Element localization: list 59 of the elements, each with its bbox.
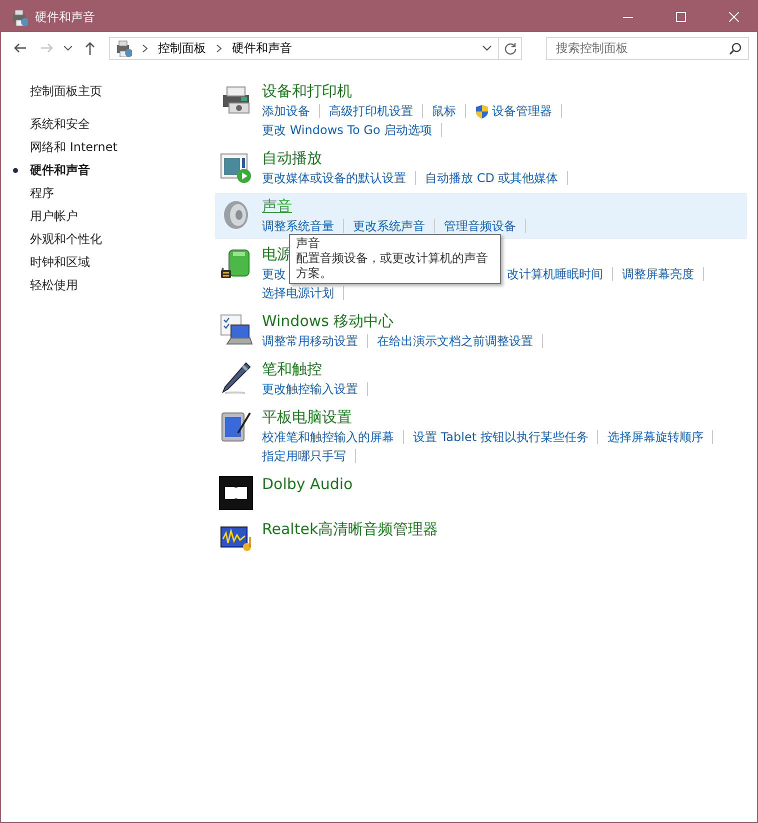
- task-link[interactable]: 选择电源计划: [262, 284, 334, 302]
- sidebar-item[interactable]: 系统和安全: [30, 113, 215, 136]
- sidebar-item[interactable]: 外观和个性化: [30, 228, 215, 251]
- task-link[interactable]: 调整屏幕亮度: [622, 265, 694, 283]
- chevron-icon: [216, 44, 222, 52]
- chevron-icon: [142, 44, 148, 52]
- sidebar-item[interactable]: 时钟和区域: [30, 251, 215, 274]
- category-title[interactable]: 平板电脑设置: [262, 406, 352, 428]
- forward-arrow-icon: [38, 41, 54, 55]
- category-title[interactable]: Realtek高清晰音频管理器: [262, 518, 438, 540]
- task-link[interactable]: 设备管理器: [475, 102, 552, 120]
- pen-icon[interactable]: [219, 361, 253, 395]
- maximize-icon: [676, 12, 686, 22]
- task-link[interactable]: 指定用哪只手写: [262, 447, 346, 465]
- task-link[interactable]: 选择屏幕旋转顺序: [607, 428, 704, 446]
- back-arrow-icon: [12, 41, 28, 55]
- task-link[interactable]: 改计算机睡眠时间: [507, 265, 603, 283]
- dropdown-icon[interactable]: [482, 45, 492, 51]
- window-title: 硬件和声音: [35, 8, 96, 26]
- category-title[interactable]: Windows 移动中心: [262, 310, 394, 332]
- task-link[interactable]: 调整常用移动设置: [262, 332, 358, 350]
- task-link[interactable]: 更改 Windows To Go 启动选项: [262, 121, 432, 139]
- search-icon[interactable]: [729, 42, 742, 54]
- task-link[interactable]: 更改媒体或设备的默认设置: [262, 169, 406, 187]
- task-link[interactable]: 在给出演示文档之前调整设置: [377, 332, 533, 350]
- task-link[interactable]: 校准笔和触控输入的屏幕: [262, 428, 394, 446]
- tooltip-title: 声音: [296, 236, 321, 251]
- search-field[interactable]: 搜索控制面板: [546, 36, 749, 60]
- printer-icon: [10, 8, 28, 26]
- task-link[interactable]: 管理音频设备: [444, 217, 516, 235]
- category-title[interactable]: 设备和打印机: [262, 80, 352, 102]
- task-link[interactable]: 鼠标: [432, 102, 456, 120]
- category-title[interactable]: 笔和触控: [262, 358, 322, 380]
- caret-icon: [64, 46, 72, 50]
- task-link[interactable]: 更改触控输入设置: [262, 380, 358, 398]
- sidebar-item[interactable]: 用户帐户: [30, 205, 215, 228]
- bullet-icon: [13, 168, 18, 173]
- tooltip-text: 配置音频设备，或更改计算机的声音方案。: [296, 251, 489, 281]
- address-field[interactable]: 控制面板 硬件和声音: [109, 36, 522, 60]
- laptop-checklist-icon[interactable]: [219, 313, 253, 347]
- task-link[interactable]: 高级打印机设置: [329, 102, 413, 120]
- sidebar-item[interactable]: 硬件和声音: [30, 159, 215, 182]
- task-link[interactable]: 自动播放 CD 或其他媒体: [425, 169, 558, 187]
- sidebar-item[interactable]: 轻松使用: [30, 274, 215, 297]
- up-arrow-icon: [83, 40, 97, 56]
- task-link[interactable]: 调整系统音量: [262, 217, 334, 235]
- sidebar-item[interactable]: 程序: [30, 182, 215, 205]
- printer-icon: [114, 39, 132, 57]
- close-icon: [729, 12, 739, 22]
- shield-icon: [475, 104, 489, 118]
- breadcrumb-link[interactable]: 控制面板: [158, 39, 206, 57]
- category-title[interactable]: Dolby Audio: [262, 473, 353, 495]
- task-link[interactable]: 添加设备: [262, 102, 310, 120]
- task-link[interactable]: 设置 Tablet 按钮以执行某些任务: [413, 428, 588, 446]
- sidebar-link[interactable]: 控制面板主页: [30, 80, 215, 103]
- sidebar-item[interactable]: 网络和 Internet: [30, 136, 215, 159]
- breadcrumb-link[interactable]: 硬件和声音: [232, 39, 292, 57]
- category-title[interactable]: 自动播放: [262, 147, 322, 169]
- task-link[interactable]: 更改系统声音: [353, 217, 425, 235]
